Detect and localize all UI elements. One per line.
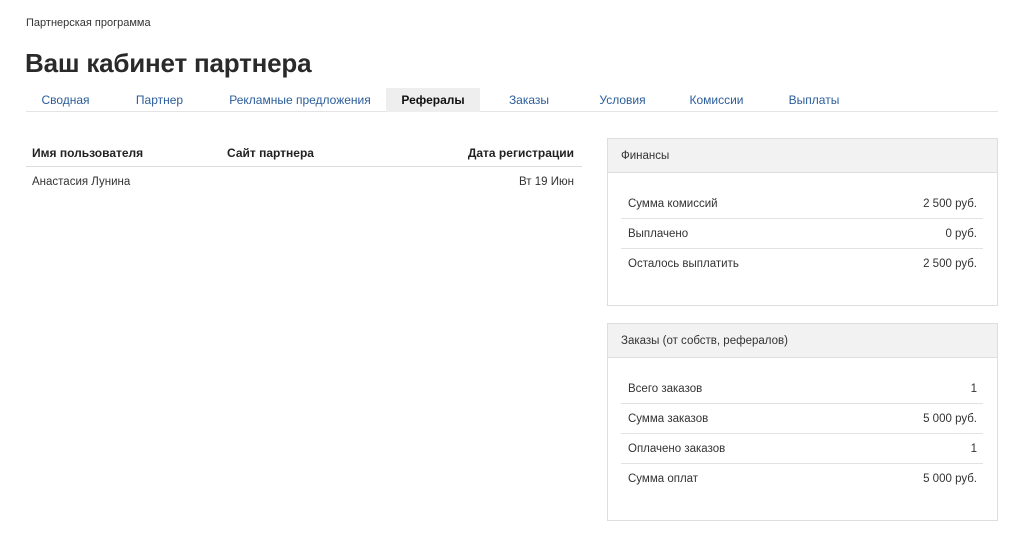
order-value: 5 000 руб.	[923, 473, 977, 485]
column-header-site: Сайт партнера	[227, 146, 314, 160]
finance-value: 2 500 руб.	[923, 198, 977, 210]
tab-summary[interactable]: Сводная	[26, 88, 105, 112]
orders-panel: Заказы (от собств, рефералов) Всего зака…	[607, 323, 998, 521]
referrals-table: Имя пользователя Сайт партнера Дата реги…	[26, 140, 582, 197]
finances-panel-title: Финансы	[608, 139, 997, 173]
finance-value: 2 500 руб.	[923, 258, 977, 270]
tab-referrals[interactable]: Рефералы	[386, 88, 480, 112]
order-label: Всего заказов	[628, 383, 703, 395]
finance-label: Осталось выплатить	[628, 258, 739, 270]
order-row-payments: Сумма оплат 5 000 руб.	[621, 464, 983, 494]
tab-partner[interactable]: Партнер	[105, 88, 214, 112]
column-header-date: Дата регистрации	[467, 146, 574, 160]
order-row-total: Всего заказов 1	[621, 374, 983, 404]
tab-payouts[interactable]: Выплаты	[766, 88, 862, 112]
tab-bar: Сводная Партнер Рекламные предложения Ре…	[26, 88, 998, 112]
tab-terms[interactable]: Условия	[578, 88, 667, 112]
referral-date: Вт 19 Июн	[519, 176, 574, 188]
order-label: Сумма заказов	[628, 413, 709, 425]
column-header-user: Имя пользователя	[32, 146, 144, 160]
order-value: 1	[970, 383, 977, 395]
finance-label: Сумма комиссий	[628, 198, 718, 210]
order-row-sum: Сумма заказов 5 000 руб.	[621, 404, 983, 434]
finance-row-paid: Выплачено 0 руб.	[621, 219, 983, 249]
order-label: Сумма оплат	[628, 473, 699, 485]
breadcrumb[interactable]: Партнерская программа	[26, 17, 151, 29]
order-value: 5 000 руб.	[923, 413, 977, 425]
page-title: Ваш кабинет партнера	[25, 48, 312, 78]
finance-value: 0 руб.	[945, 228, 977, 240]
order-label: Оплачено заказов	[628, 443, 726, 455]
table-row: Анастасия Лунина Вт 19 Июн	[26, 167, 582, 197]
orders-panel-title: Заказы (от собств, рефералов)	[608, 324, 997, 358]
finance-row-commissions: Сумма комиссий 2 500 руб.	[621, 189, 983, 219]
tab-offers[interactable]: Рекламные предложения	[214, 88, 386, 112]
tab-orders[interactable]: Заказы	[480, 88, 578, 112]
tab-commissions[interactable]: Комиссии	[667, 88, 766, 112]
referral-user: Анастасия Лунина	[32, 176, 131, 188]
table-header: Имя пользователя Сайт партнера Дата реги…	[26, 140, 582, 167]
order-value: 1	[970, 443, 977, 455]
finance-label: Выплачено	[628, 228, 689, 240]
finance-row-remaining: Осталось выплатить 2 500 руб.	[621, 249, 983, 279]
finances-panel: Финансы Сумма комиссий 2 500 руб. Выплач…	[607, 138, 998, 306]
order-row-paid: Оплачено заказов 1	[621, 434, 983, 464]
